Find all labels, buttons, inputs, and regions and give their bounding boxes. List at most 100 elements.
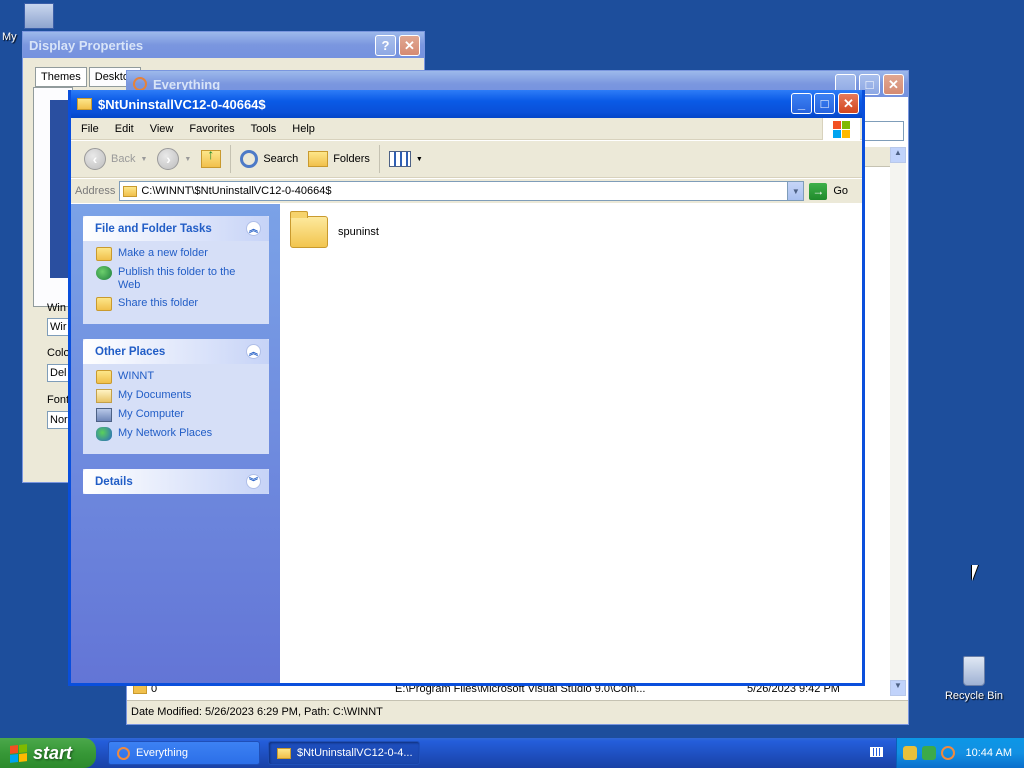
taskbar: start Everything $NtUninstallVC12-0-4...…	[0, 738, 1024, 768]
scroll-up-button[interactable]: ▲	[890, 147, 906, 163]
up-folder-icon: ↑	[201, 146, 222, 168]
label-windows: Win	[47, 302, 66, 314]
search-button[interactable]: Search	[235, 144, 303, 174]
folder-icon	[123, 185, 138, 197]
new-folder-icon	[96, 247, 112, 261]
menu-edit[interactable]: Edit	[107, 123, 142, 135]
status-bar: Date Modified: 5/26/2023 6:29 PM, Path: …	[127, 700, 908, 724]
place-my-computer[interactable]: My Computer	[96, 408, 259, 422]
folder-icon	[277, 747, 291, 759]
task-share-folder[interactable]: Share this folder	[96, 297, 259, 311]
scroll-down-button[interactable]: ▼	[890, 680, 906, 696]
details-panel: Details ︾	[83, 469, 269, 494]
scrollbar[interactable]: ▲ ▼	[890, 147, 906, 696]
search-icon	[240, 150, 259, 168]
window-titlebar[interactable]: Display Properties ? ✕	[23, 32, 424, 58]
chevron-down-icon: ▼	[184, 155, 192, 163]
menu-favorites[interactable]: Favorites	[181, 123, 242, 135]
panel-header[interactable]: File and Folder Tasks ︽	[83, 216, 269, 241]
taskbar-item-everything[interactable]: Everything	[108, 741, 260, 765]
tab-themes[interactable]: Themes	[35, 67, 87, 87]
forward-button[interactable]: › ▼	[152, 144, 196, 174]
system-tray: 10:44 AM	[896, 738, 1024, 768]
forward-arrow-icon: ›	[157, 148, 180, 170]
address-value: C:\WINNT\$NtUninstallVC12-0-40664$	[141, 185, 332, 197]
panel-header[interactable]: Details ︾	[83, 469, 269, 494]
close-button[interactable]: ✕	[399, 35, 420, 56]
explorer-window[interactable]: $NtUninstallVC12-0-40664$ _ □ ✕ File Edi…	[68, 90, 865, 686]
address-dropdown-button[interactable]: ▼	[787, 182, 804, 200]
windows-logo-icon	[10, 743, 27, 763]
chevron-down-icon: ▼	[140, 155, 148, 163]
other-places-panel: Other Places ︽ WINNT My Documents My Com…	[83, 339, 269, 454]
window-title: $NtUninstallVC12-0-40664$	[98, 96, 266, 112]
file-folder-tasks-panel: File and Folder Tasks ︽ Make a new folde…	[83, 216, 269, 324]
task-pane: File and Folder Tasks ︽ Make a new folde…	[71, 204, 280, 683]
address-field[interactable]: C:\WINNT\$NtUninstallVC12-0-40664$ ▼	[119, 181, 805, 201]
collapse-icon[interactable]: ︽	[246, 344, 261, 359]
taskbar-item-explorer[interactable]: $NtUninstallVC12-0-4...	[268, 741, 420, 765]
menu-help[interactable]: Help	[284, 123, 323, 135]
desktop-icon-label: Recycle Bin	[944, 690, 1004, 702]
search-icon	[133, 77, 147, 91]
menu-file[interactable]: File	[71, 123, 107, 135]
close-button[interactable]: ✕	[883, 74, 904, 95]
folder-icon	[77, 98, 92, 110]
folders-button[interactable]: Folders	[303, 144, 375, 174]
go-arrow-icon: →	[809, 182, 828, 200]
clock[interactable]: 10:44 AM	[966, 747, 1012, 759]
back-arrow-icon: ‹	[84, 148, 106, 170]
views-icon	[388, 151, 411, 167]
views-button[interactable]: ▼	[384, 144, 428, 174]
windows-logo-icon	[822, 118, 860, 140]
status-text: Date Modified: 5/26/2023 6:29 PM, Path: …	[131, 706, 383, 718]
folder-icon	[290, 211, 328, 248]
recycle-bin-icon	[963, 656, 985, 686]
menu-bar: File Edit View Favorites Tools Help	[71, 118, 862, 140]
close-button[interactable]: ✕	[838, 93, 859, 114]
network-places-icon	[96, 427, 112, 441]
search-icon[interactable]	[940, 746, 955, 760]
label-font: Font	[47, 394, 70, 406]
share-folder-icon	[96, 297, 112, 311]
minimize-button[interactable]: _	[791, 93, 812, 114]
task-make-new-folder[interactable]: Make a new folder	[96, 247, 259, 261]
folder-icon	[96, 370, 112, 384]
menu-tools[interactable]: Tools	[243, 123, 285, 135]
toolbar: ‹ Back ▼ › ▼ ↑ Search Folders ▼	[71, 141, 862, 178]
go-button[interactable]: → Go	[809, 182, 848, 200]
chevron-down-icon: ▼	[415, 155, 423, 163]
file-list[interactable]: spuninst	[280, 204, 862, 683]
computer-icon	[24, 3, 54, 29]
window-title: Display Properties	[29, 37, 144, 53]
address-label: Address	[75, 185, 116, 197]
keyboard-icon[interactable]	[870, 747, 883, 757]
my-computer-icon	[96, 408, 112, 422]
shield-icon[interactable]	[902, 746, 917, 760]
up-folder-button[interactable]: ↑	[196, 144, 226, 174]
window-titlebar[interactable]: $NtUninstallVC12-0-40664$ _ □ ✕	[71, 90, 862, 118]
search-icon	[117, 746, 130, 760]
maximize-button[interactable]: □	[814, 93, 835, 114]
mouse-cursor-icon	[972, 565, 978, 581]
help-button[interactable]: ?	[375, 35, 396, 56]
folders-icon	[308, 151, 329, 167]
panel-header[interactable]: Other Places ︽	[83, 339, 269, 364]
publish-web-icon	[96, 266, 112, 280]
label-color: Colo	[47, 347, 70, 359]
menu-view[interactable]: View	[142, 123, 182, 135]
place-winnt[interactable]: WINNT	[96, 370, 259, 384]
desktop-icon-recycle-bin[interactable]: Recycle Bin	[940, 656, 1008, 702]
collapse-icon[interactable]: ︽	[246, 221, 261, 236]
network-icon[interactable]	[921, 746, 936, 760]
back-button[interactable]: ‹ Back ▼	[79, 144, 152, 174]
address-bar: Address C:\WINNT\$NtUninstallVC12-0-4066…	[71, 179, 862, 203]
file-name: spuninst	[338, 226, 379, 238]
place-my-documents[interactable]: My Documents	[96, 389, 259, 403]
expand-icon[interactable]: ︾	[246, 474, 261, 489]
start-button[interactable]: start	[0, 738, 96, 768]
task-publish-web[interactable]: Publish this folder to the Web	[96, 266, 259, 292]
place-my-network[interactable]: My Network Places	[96, 427, 259, 441]
file-item[interactable]: spuninst	[290, 211, 379, 248]
my-documents-icon	[96, 389, 112, 403]
